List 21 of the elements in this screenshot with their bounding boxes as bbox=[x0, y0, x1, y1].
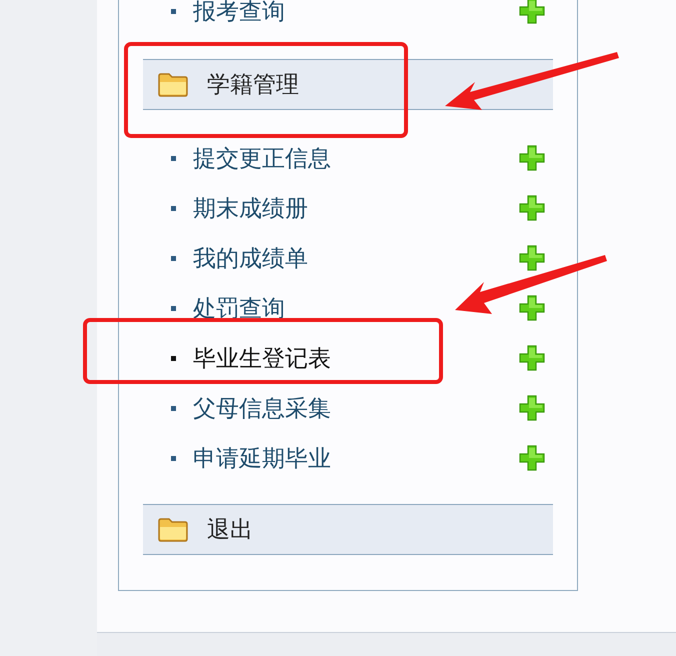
plus-icon[interactable] bbox=[519, 395, 545, 421]
plus-icon[interactable] bbox=[519, 145, 545, 171]
menu-link[interactable]: 父母信息采集 bbox=[193, 392, 519, 424]
menu-link[interactable]: 申请延期毕业 bbox=[193, 442, 519, 474]
menu-link[interactable]: 提交更正信息 bbox=[193, 142, 519, 174]
section-title[interactable]: 学籍管理 bbox=[207, 69, 299, 100]
arrow-icon bbox=[445, 52, 619, 110]
plus-icon[interactable] bbox=[519, 245, 545, 271]
plus-icon[interactable] bbox=[519, 445, 545, 471]
plus-icon[interactable] bbox=[519, 345, 545, 371]
section-title[interactable]: 退出 bbox=[207, 514, 253, 545]
arrow-icon bbox=[455, 255, 607, 314]
plus-icon[interactable] bbox=[519, 0, 545, 24]
menu-link[interactable]: 处罚查询 bbox=[193, 292, 519, 324]
folder-icon bbox=[157, 72, 189, 98]
folder-icon bbox=[157, 516, 189, 542]
menu-link[interactable]: 期末成绩册 bbox=[193, 192, 519, 224]
menu-link[interactable]: 我的成绩单 bbox=[193, 242, 519, 274]
plus-icon[interactable] bbox=[519, 195, 545, 221]
plus-icon[interactable] bbox=[519, 295, 545, 321]
menu-link[interactable]: 毕业生登记表 bbox=[193, 342, 519, 374]
